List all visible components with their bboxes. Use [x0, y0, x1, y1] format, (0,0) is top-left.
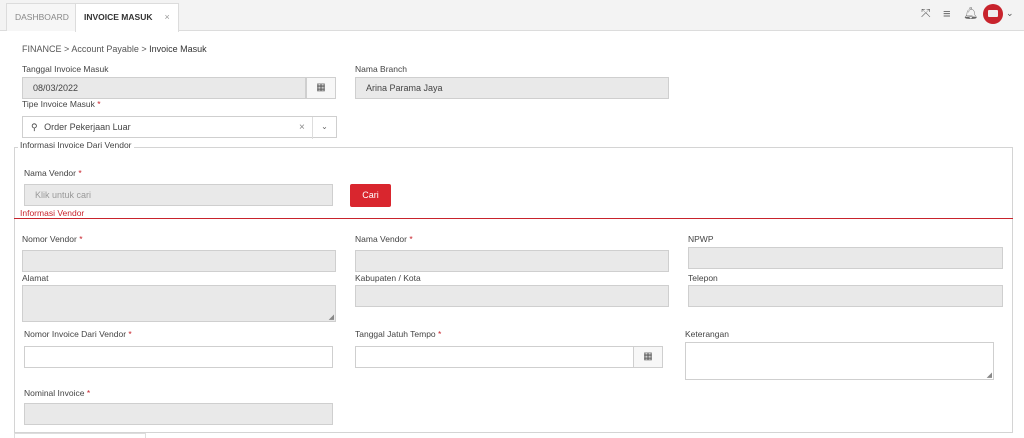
tanggal-input[interactable]: 08/03/2022: [22, 77, 306, 99]
tab-invoice-masuk[interactable]: INVOICE MASUK ×: [75, 3, 179, 32]
telepon-label: Telepon: [688, 273, 718, 283]
kabupaten-field: [355, 285, 669, 307]
next-section-tab: [14, 433, 146, 438]
nomor-invoice-input[interactable]: [24, 346, 333, 368]
tanggal-label: Tanggal Invoice Masuk: [22, 64, 109, 74]
search-icon: ⚲: [31, 122, 38, 132]
nominal-field: [24, 403, 333, 425]
breadcrumb-current: Invoice Masuk: [149, 44, 207, 54]
calendar-icon[interactable]: ▦: [306, 77, 336, 99]
fieldset-legend: Informasi Invoice Dari Vendor: [18, 140, 134, 150]
tipe-label: Tipe Invoice Masuk *: [22, 99, 101, 109]
resize-handle-icon[interactable]: ◢: [987, 371, 992, 379]
close-icon[interactable]: ×: [164, 12, 169, 22]
tab-label: INVOICE MASUK: [84, 12, 153, 22]
menu-icon[interactable]: ≡: [943, 6, 951, 21]
keterangan-label: Keterangan: [685, 329, 729, 339]
alamat-label: Alamat: [22, 273, 49, 283]
nama-vendor-label: Nama Vendor *: [24, 168, 82, 178]
nomor-vendor-field: [22, 250, 336, 272]
breadcrumb-account-payable[interactable]: Account Payable: [71, 44, 139, 54]
avatar[interactable]: [983, 4, 1003, 24]
keterangan-textarea[interactable]: ◢: [685, 342, 994, 380]
nomor-invoice-label: Nomor Invoice Dari Vendor *: [24, 329, 132, 339]
tab-label: DASHBOARD: [15, 12, 69, 22]
breadcrumb-separator: >: [64, 44, 70, 54]
tab-dashboard[interactable]: DASHBOARD: [6, 3, 78, 31]
expand-icon[interactable]: ⤧: [921, 6, 931, 21]
branch-field: Arina Parama Jaya: [355, 77, 669, 99]
telepon-field: [688, 285, 1003, 307]
chevron-down-icon[interactable]: ⌄: [312, 117, 336, 139]
info-vendor-title: Informasi Vendor: [20, 208, 85, 218]
breadcrumb-finance[interactable]: FINANCE: [22, 44, 62, 54]
section-divider: [14, 218, 1013, 219]
nominal-label: Nominal Invoice *: [24, 388, 91, 398]
jatuh-tempo-input[interactable]: [355, 346, 634, 368]
jatuh-tempo-label: Tanggal Jatuh Tempo *: [355, 329, 442, 339]
npwp-label: NPWP: [688, 234, 714, 244]
branch-label: Nama Branch: [355, 64, 407, 74]
bell-icon[interactable]: 🔔︎: [963, 6, 978, 20]
nama-vendor2-label: Nama Vendor *: [355, 234, 413, 244]
tipe-value: Order Pekerjaan Luar: [44, 122, 131, 132]
nomor-vendor-label: Nomor Vendor *: [22, 234, 83, 244]
kabupaten-label: Kabupaten / Kota: [355, 273, 421, 283]
tab-bar: DASHBOARD INVOICE MASUK × ⤧ ≡ 🔔︎ ⌄: [0, 0, 1024, 32]
resize-handle-icon[interactable]: ◢: [329, 313, 334, 321]
breadcrumb: FINANCE > Account Payable > Invoice Masu…: [22, 44, 207, 54]
chevron-down-icon[interactable]: ⌄: [1006, 8, 1014, 19]
clear-icon[interactable]: ×: [299, 122, 305, 133]
npwp-field: [688, 247, 1003, 269]
calendar-icon[interactable]: ▦: [633, 346, 663, 368]
breadcrumb-separator: >: [141, 44, 147, 54]
tipe-select[interactable]: ⚲ Order Pekerjaan Luar: [22, 116, 337, 138]
cari-button[interactable]: Cari: [350, 184, 391, 207]
nama-vendor-search[interactable]: Klik untuk cari: [24, 184, 333, 206]
alamat-textarea: ◢: [22, 285, 336, 322]
nama-vendor2-field: [355, 250, 669, 272]
